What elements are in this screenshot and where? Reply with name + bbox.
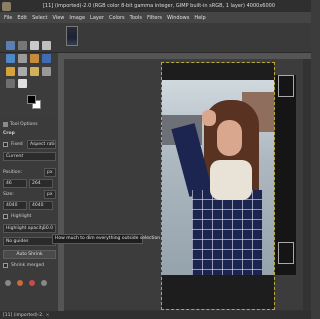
smudge-tool-icon[interactable] — [42, 67, 51, 76]
fixed-label: Fixed — [11, 142, 23, 147]
highlight-checkbox[interactable] — [3, 214, 8, 219]
fuzzy-select-tool-icon[interactable] — [42, 41, 51, 50]
image-status-tab-label: [11] (imported)-2. — [3, 312, 44, 318]
menu-windows[interactable]: Windows — [167, 15, 189, 21]
title-bar: [11] (imported)-2.0 (RGB color 8-bit gam… — [0, 0, 311, 12]
paths-tool-icon[interactable] — [6, 79, 15, 88]
tool-options-icon — [3, 121, 8, 127]
status-bar: [11] (imported)-2. × — [0, 311, 311, 319]
eraser-tool-icon[interactable] — [18, 67, 27, 76]
position-y-input[interactable]: 264 — [29, 179, 53, 188]
highlight-opacity-label: Highlight opacity — [6, 226, 45, 231]
size-width-input[interactable]: 4040 — [3, 201, 27, 210]
horizontal-ruler — [58, 53, 311, 59]
shrink-merged-checkbox[interactable] — [3, 263, 8, 268]
toolbox — [0, 33, 58, 88]
menu-layer[interactable]: Layer — [90, 15, 104, 21]
menu-edit[interactable]: Edit — [17, 15, 27, 21]
fg-bg-color-swatch[interactable] — [27, 95, 41, 109]
shrink-merged-label: Shrink merged — [11, 263, 45, 268]
bucket-fill-tool-icon[interactable] — [42, 54, 51, 63]
restore-options-icon[interactable] — [17, 280, 23, 286]
fixed-mode-select[interactable]: Aspect ratio — [27, 140, 56, 149]
dock-bottom-buttons — [3, 280, 55, 289]
image-boundary — [161, 62, 275, 310]
size-height-input[interactable]: 4040 — [29, 201, 53, 210]
menu-tools[interactable]: Tools — [130, 15, 142, 21]
clone-tool-icon[interactable] — [30, 67, 39, 76]
rect-select-tool-icon[interactable] — [18, 41, 27, 50]
vertical-scrollbar[interactable] — [303, 59, 311, 314]
auto-shrink-button[interactable]: Auto Shrink — [3, 250, 56, 259]
free-select-tool-icon[interactable] — [30, 41, 39, 50]
save-options-icon[interactable] — [5, 280, 11, 286]
vertical-ruler — [58, 59, 64, 314]
move-tool-icon[interactable] — [6, 41, 15, 50]
tool-options-tab-label: Tool Options — [10, 121, 38, 127]
image-thumbnail-tab[interactable] — [66, 26, 78, 46]
close-tab-icon[interactable]: × — [46, 313, 50, 318]
menu-image[interactable]: Image — [69, 15, 85, 21]
highlight-opacity-slider[interactable]: Highlight opacity 50.0 — [3, 224, 56, 233]
menu-select[interactable]: Select — [32, 15, 47, 21]
crop-handle-bottom-right[interactable] — [278, 242, 294, 264]
paintbrush-tool-icon[interactable] — [6, 67, 15, 76]
menu-file[interactable]: File — [4, 15, 12, 21]
size-unit-select[interactable]: px — [44, 190, 56, 199]
gimp-app-icon — [2, 1, 11, 11]
position-x-input[interactable]: 46 — [3, 179, 27, 188]
aspect-ratio-field[interactable]: Current — [3, 152, 56, 161]
reset-options-icon[interactable] — [41, 280, 47, 286]
size-label: Size: — [3, 192, 14, 197]
foreground-color-swatch[interactable] — [27, 95, 36, 104]
menu-colors[interactable]: Colors — [109, 15, 125, 21]
highlight-opacity-value: 50.0 — [42, 226, 53, 231]
position-unit-select[interactable]: px — [44, 168, 56, 177]
crop-tool-icon[interactable] — [6, 54, 15, 63]
window-title: [11] (imported)-2.0 (RGB color 8-bit gam… — [42, 3, 275, 9]
unified-transform-tool-icon[interactable] — [18, 54, 27, 63]
menu-help[interactable]: Help — [194, 15, 205, 21]
menu-filters[interactable]: Filters — [147, 15, 162, 21]
highlight-opacity-tooltip: How much to dim everything outside selec… — [52, 234, 160, 244]
tool-options-tab[interactable]: Tool Options — [3, 120, 38, 128]
fixed-checkbox[interactable] — [3, 142, 8, 147]
text-tool-icon[interactable] — [18, 79, 27, 88]
warp-transform-tool-icon[interactable] — [30, 54, 39, 63]
highlight-label: Highlight — [11, 214, 32, 219]
image-status-tab[interactable]: [11] (imported)-2. × — [0, 311, 49, 319]
crop-handle-top-right[interactable] — [278, 75, 294, 97]
menu-view[interactable]: View — [53, 15, 65, 21]
menu-bar: File Edit Select View Image Layer Colors… — [0, 12, 311, 23]
position-label: Position: — [3, 170, 23, 175]
crop-tool-title: Crop — [3, 131, 15, 136]
guides-select[interactable]: No guides — [3, 237, 56, 246]
delete-options-icon[interactable] — [29, 280, 35, 286]
